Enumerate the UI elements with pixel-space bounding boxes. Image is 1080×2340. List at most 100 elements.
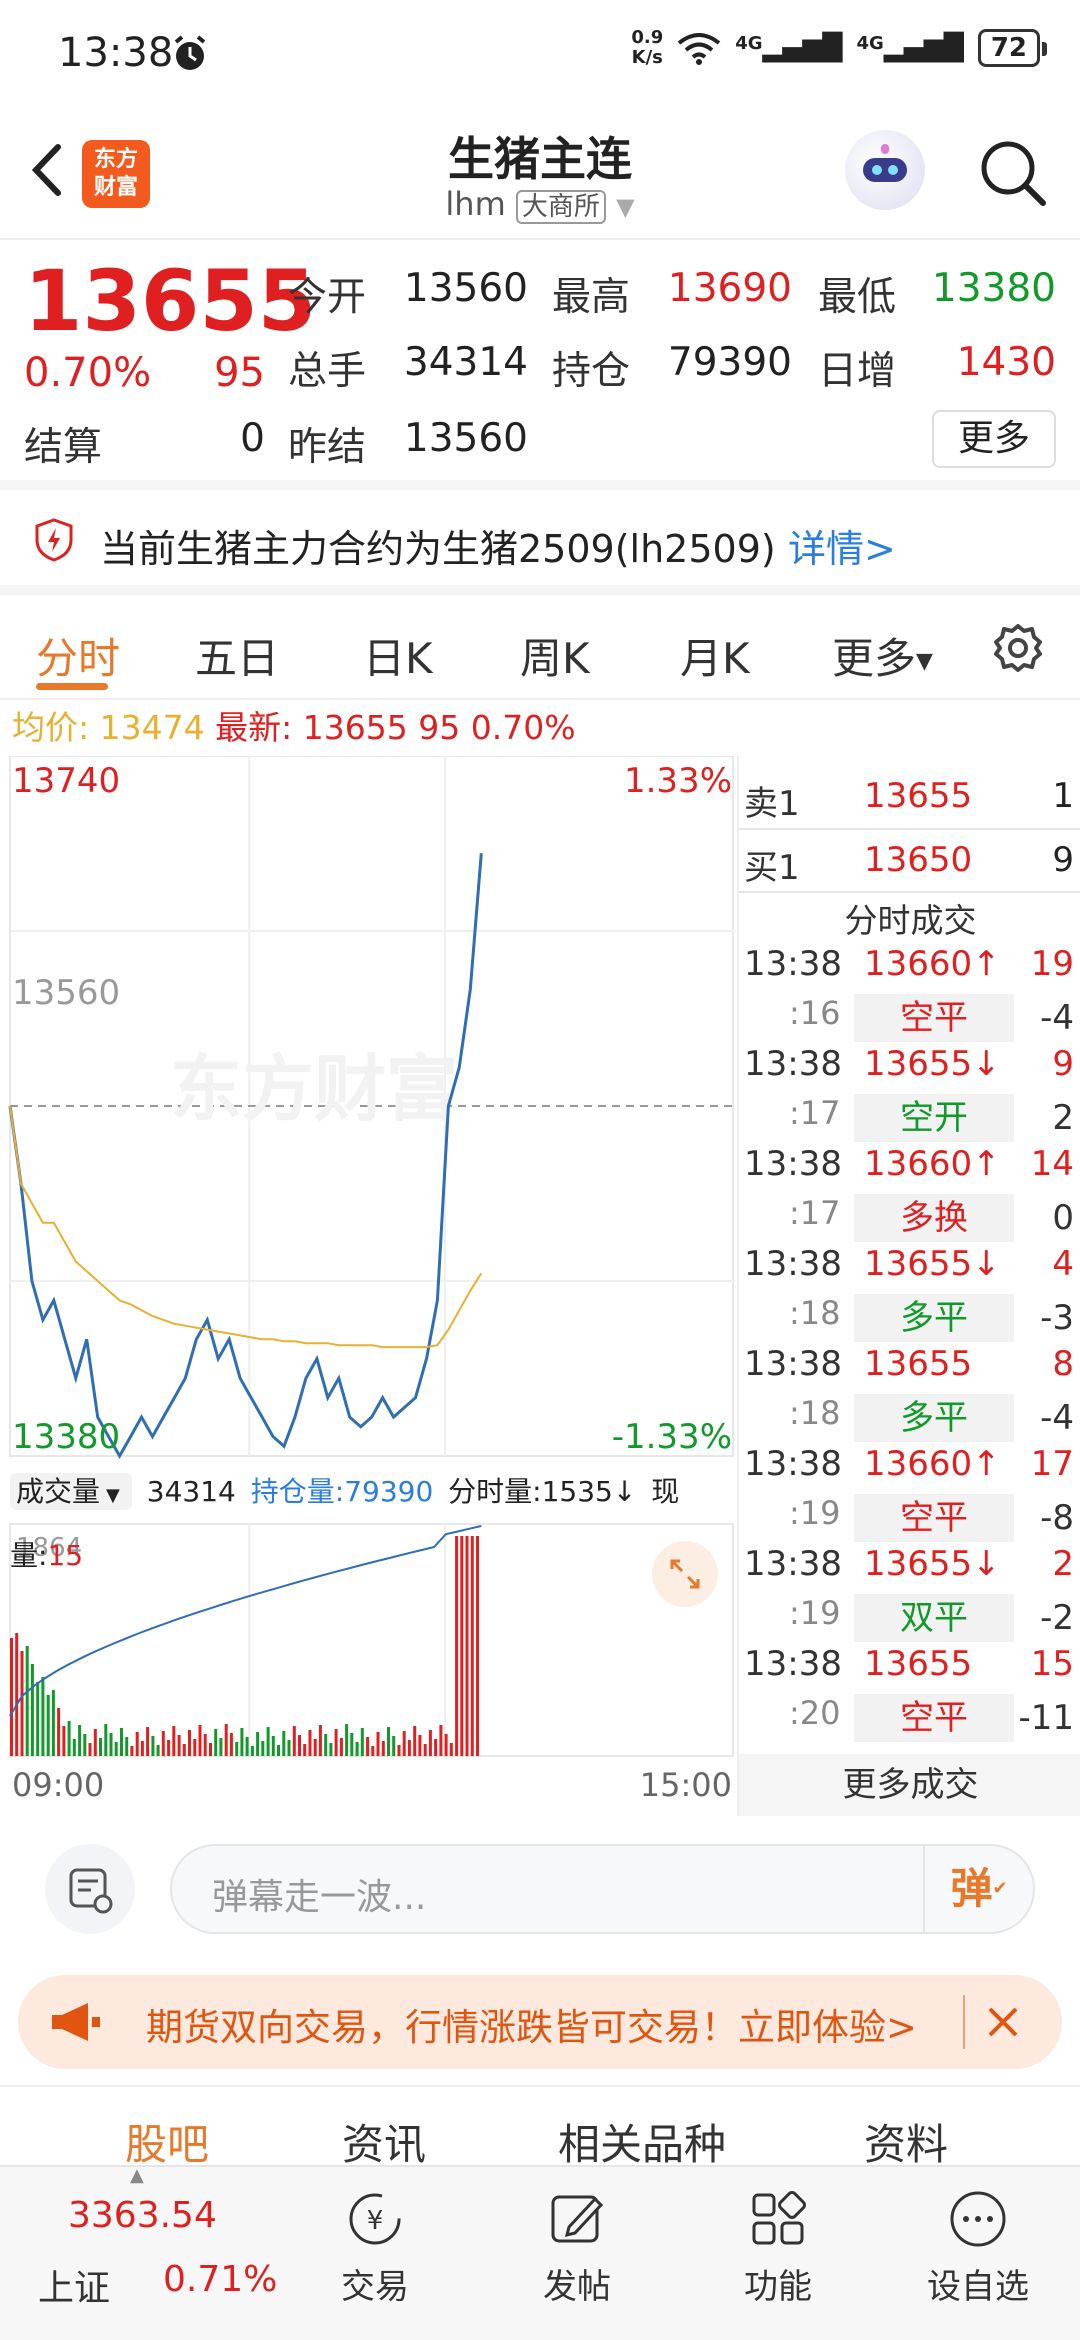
chevron-down-icon[interactable]: ▼ (616, 193, 634, 221)
volume-bar (99, 1738, 102, 1756)
x-axis-end-label: 15:00 (640, 1766, 732, 1804)
volume-bar (41, 1677, 45, 1756)
divider (739, 828, 1080, 830)
volume-bar (360, 1728, 364, 1756)
low-value: 13380 (931, 266, 1056, 311)
volume-bar (444, 1734, 448, 1756)
tab-forum[interactable]: 股吧 (125, 2111, 209, 2172)
tick-price: 13660↑ (864, 944, 1001, 984)
high-label: 最高 (552, 275, 631, 320)
index-value[interactable]: 3363.54 (68, 2195, 217, 2236)
promo-banner[interactable]: 期货双向交易，行情涨跌皆可交易！立即体验> (18, 1975, 1062, 2069)
avg-price-line (9, 1105, 483, 1349)
last-price: 13655 (24, 252, 317, 350)
danmu-send-button[interactable]: 弹✔ (923, 1846, 1033, 1932)
notice-detail-link[interactable]: 详情> (788, 518, 896, 573)
nav-add-watchlist[interactable]: 设自选 (908, 2179, 1048, 2308)
volume-bar (209, 1743, 212, 1756)
tick-row: 13:38 13655 15 (739, 1644, 1080, 1694)
tab-daily-k[interactable]: 日K (363, 625, 433, 686)
edit-icon (551, 2195, 604, 2243)
tick-qty: 17 (1030, 1444, 1074, 1484)
open-label: 今开 (288, 275, 367, 320)
tick-time: 13:38 (744, 1644, 842, 1684)
tick-kind: 多平 (854, 1394, 1014, 1442)
open-value: 13560 (403, 266, 528, 311)
volume-bar (298, 1735, 301, 1756)
tick-row: 13:38 13660↑ 19 (739, 944, 1080, 994)
tab-related[interactable]: 相关品种 (558, 2111, 726, 2172)
active-tab-indicator (36, 683, 108, 690)
volume-bar (423, 1744, 427, 1756)
search-icon[interactable] (975, 135, 1050, 210)
volume-bar (198, 1725, 202, 1756)
danmu-input[interactable]: 弹幕走一波... 弹✔ (170, 1844, 1035, 1934)
nav-post[interactable]: 发帖 (507, 2179, 647, 2308)
tick-delta: -3 (1040, 1298, 1074, 1338)
gear-icon[interactable] (990, 620, 1046, 676)
tab-more[interactable]: 更多▼ (832, 625, 933, 686)
tick-qty: 8 (1052, 1344, 1074, 1384)
nav-trade[interactable]: ¥ 交易 (305, 2179, 445, 2308)
volume-bar (229, 1733, 233, 1756)
settle-label: 结算 (24, 425, 103, 470)
volume-selector[interactable]: 成交量 ▼ (10, 1473, 132, 1510)
tab-five-day[interactable]: 五日 (195, 625, 279, 686)
close-icon[interactable] (978, 1997, 1028, 2047)
tick-time: 13:38 (744, 1544, 842, 1584)
volume-bar (109, 1733, 113, 1756)
volume-bar (261, 1741, 265, 1756)
index-percent[interactable]: 0.71% (163, 2259, 277, 2300)
pct-bottom-label: -1.33% (612, 1417, 732, 1457)
more-ticks-button[interactable]: 更多成交 (739, 1754, 1080, 1816)
volume-bar (193, 1739, 197, 1756)
oi-label: 持仓 (552, 349, 631, 394)
volume-bar (177, 1735, 181, 1756)
tab-monthly-k[interactable]: 月K (680, 625, 750, 686)
tab-weekly-k[interactable]: 周K (520, 625, 590, 686)
tab-profile[interactable]: 资料 (864, 2111, 948, 2172)
comment-bar: 弹幕走一波... 弹✔ (0, 1816, 1080, 1961)
tick-kind: 空平 (854, 1494, 1014, 1542)
volume-bar (172, 1726, 176, 1756)
volume-bar (240, 1728, 244, 1756)
shield-lightning-icon (35, 518, 73, 562)
tick-kind: 空开 (854, 1094, 1014, 1142)
tick-vol-value: 1535↓ (541, 1475, 637, 1508)
volume-bar (114, 1742, 118, 1756)
contract-code: lhm (445, 185, 506, 223)
tick-kind: 空平 (854, 1694, 1014, 1742)
index-name[interactable]: 上证 (38, 2259, 110, 2311)
volume-frame (9, 1523, 734, 1757)
tick-row: 13:38 13655↓ 2 (739, 1544, 1080, 1594)
tick-delta: 2 (1052, 1098, 1074, 1138)
intraday-chart[interactable]: 东方财富 13740 13560 13380 1.33% -1.33% 1864… (0, 756, 735, 1816)
tab-intraday[interactable]: 分时 (36, 625, 120, 686)
volume-bar (83, 1734, 87, 1756)
expand-chart-button[interactable] (652, 1541, 718, 1607)
daily-inc-value: 1430 (956, 340, 1056, 385)
volume-bar (282, 1731, 286, 1756)
volume-bar (292, 1726, 296, 1756)
latest-label: 最新: (215, 708, 293, 747)
banner-text: 期货双向交易，行情涨跌皆可交易！立即体验> (146, 2006, 918, 2049)
volume-bar (470, 1536, 474, 1756)
tick-qty: 14 (1030, 1144, 1074, 1184)
prev-settle-label: 昨结 (288, 425, 367, 470)
volume-bar (182, 1744, 186, 1756)
volume-bar (460, 1536, 464, 1756)
assistant-robot-icon[interactable] (845, 130, 925, 210)
tick-detail-row: :18 多平 -4 (739, 1394, 1080, 1444)
tick-row: 13:38 13655 8 (739, 1344, 1080, 1394)
settle-value: 0 (240, 416, 265, 461)
danmu-settings-button[interactable] (45, 1844, 135, 1934)
tick-price: 13655 (864, 1644, 973, 1684)
trade-icon: ¥ (349, 2193, 401, 2245)
latest-change: 95 (418, 708, 461, 747)
volume-bar (318, 1725, 322, 1756)
nav-functions[interactable]: 功能 (708, 2179, 848, 2308)
tab-news[interactable]: 资讯 (342, 2111, 426, 2172)
more-quote-button[interactable]: 更多 (932, 410, 1056, 468)
latest-price: 13655 (302, 708, 408, 747)
high-value: 13690 (667, 266, 792, 311)
